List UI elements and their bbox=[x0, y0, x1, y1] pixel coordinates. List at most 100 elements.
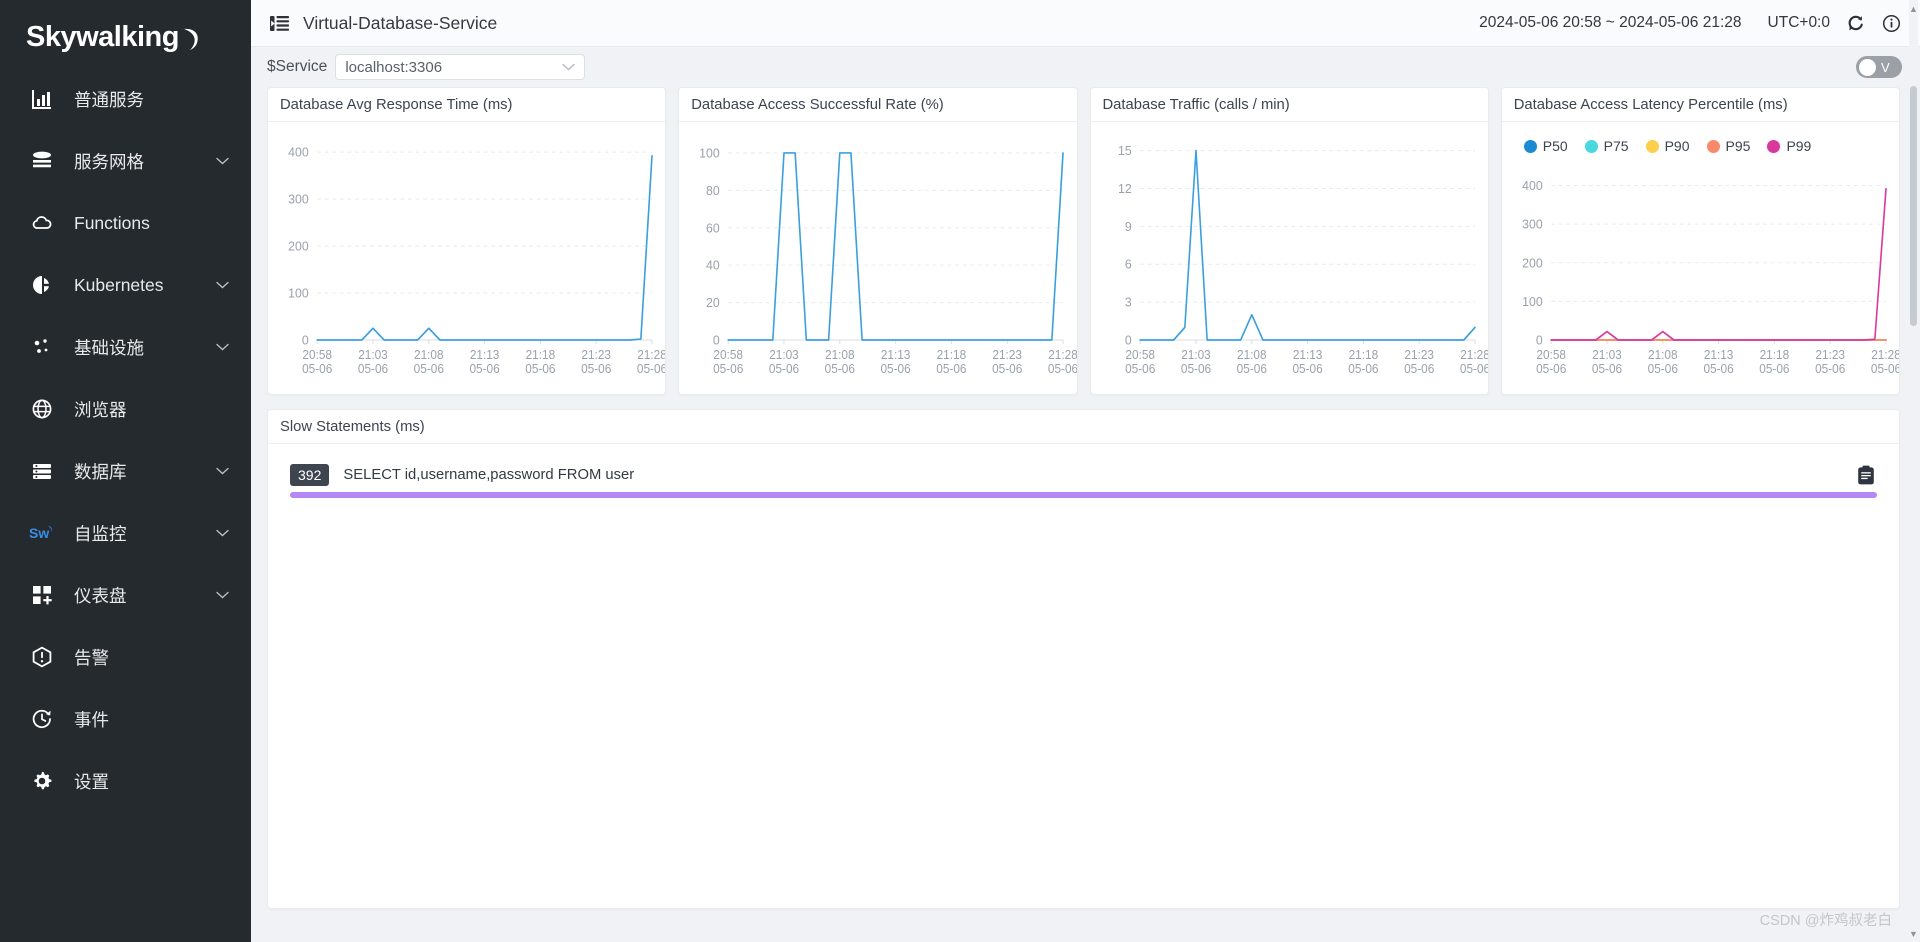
pie-chart-icon bbox=[28, 274, 56, 296]
sidebar-item-label: 设置 bbox=[74, 771, 109, 792]
sidebar-item-8[interactable]: 仪表盘 bbox=[0, 564, 251, 626]
legend-label: P90 bbox=[1664, 138, 1690, 154]
moon-icon bbox=[180, 25, 202, 50]
chart-body[interactable]: 0 100 200 300 400 20:58 05-06 21:03 05-06 21:08 05… bbox=[268, 122, 665, 394]
legend-color-dot bbox=[1767, 139, 1781, 153]
svg-text:12: 12 bbox=[1118, 182, 1132, 196]
svg-text:05-06: 05-06 bbox=[825, 362, 855, 376]
sidebar-item-4[interactable]: 基础设施 bbox=[0, 316, 251, 378]
main-area: Virtual-Database-Service 2024-05-06 20:5… bbox=[251, 0, 1920, 942]
svg-text:21:03: 21:03 bbox=[1181, 348, 1211, 362]
chart-plot[interactable]: 0 100 200 300 400 20:58 05-06 21:03 05-06 21:08 05… bbox=[268, 122, 665, 394]
database-icon bbox=[28, 460, 56, 482]
svg-text:100: 100 bbox=[288, 286, 308, 300]
scroll-up-arrow[interactable]: ▲ bbox=[1909, 2, 1918, 15]
svg-text:05-06: 05-06 bbox=[1647, 362, 1677, 376]
brand-logo[interactable]: Skywalking bbox=[0, 6, 251, 68]
svg-text:05-06: 05-06 bbox=[1048, 362, 1076, 376]
legend-label: P50 bbox=[1542, 138, 1568, 154]
svg-text:05-06: 05-06 bbox=[1125, 362, 1155, 376]
svg-text:05-06: 05-06 bbox=[1815, 362, 1845, 376]
sidebar-item-label: 数据库 bbox=[74, 461, 127, 482]
svg-text:05-06: 05-06 bbox=[1404, 362, 1434, 376]
chevron-down-icon[interactable] bbox=[215, 591, 229, 599]
svg-text:21:28: 21:28 bbox=[1460, 348, 1488, 362]
sidebar-item-10[interactable]: 事件 bbox=[0, 688, 251, 750]
sidebar-item-label: 服务网格 bbox=[74, 151, 144, 172]
chevron-down-icon[interactable] bbox=[215, 529, 229, 537]
legend-color-dot bbox=[1706, 139, 1720, 153]
slow-statement-duration: 392 bbox=[290, 464, 330, 486]
sidebar-item-label: 事件 bbox=[74, 709, 109, 730]
chart-legend: P50 P75 P90 P95 P99 bbox=[1502, 122, 1899, 158]
slow-statement-bar bbox=[290, 492, 1877, 498]
collapse-sidebar-icon[interactable] bbox=[267, 11, 291, 35]
sidebar-item-9[interactable]: 告警 bbox=[0, 626, 251, 688]
svg-text:400: 400 bbox=[1522, 179, 1542, 193]
sidebar-item-1[interactable]: 服务网格 bbox=[0, 130, 251, 192]
sidebar-item-2[interactable]: Functions bbox=[0, 192, 251, 254]
service-select[interactable]: localhost:3306 bbox=[335, 54, 586, 80]
svg-text:05-06: 05-06 bbox=[525, 362, 555, 376]
legend-item-P75[interactable]: P75 bbox=[1584, 138, 1629, 154]
svg-text:300: 300 bbox=[1522, 217, 1542, 231]
chevron-down-icon bbox=[562, 60, 576, 74]
svg-text:20:58: 20:58 bbox=[1125, 348, 1155, 362]
clipboard-icon[interactable] bbox=[1855, 465, 1877, 485]
sidebar-item-label: 告警 bbox=[74, 647, 109, 668]
chart-body[interactable]: 0 3 6 9 12 15 20:58 05-06 21:03 05-06 21:08 05-06 21… bbox=[1091, 122, 1488, 394]
alert-hexagon-icon bbox=[28, 646, 56, 668]
gear-icon bbox=[28, 770, 56, 792]
svg-text:21:23: 21:23 bbox=[1404, 348, 1434, 362]
sidebar-item-label: 浏览器 bbox=[74, 399, 127, 420]
chevron-down-icon[interactable] bbox=[215, 157, 229, 165]
svg-text:21:08: 21:08 bbox=[1237, 348, 1267, 362]
svg-text:21:03: 21:03 bbox=[1592, 348, 1622, 362]
svg-text:Sw: Sw bbox=[29, 525, 49, 541]
chevron-down-icon[interactable] bbox=[215, 343, 229, 351]
legend-item-P50[interactable]: P50 bbox=[1523, 138, 1568, 154]
svg-text:100: 100 bbox=[699, 146, 719, 160]
sidebar-item-11[interactable]: 设置 bbox=[0, 750, 251, 812]
svg-text:05-06: 05-06 bbox=[1348, 362, 1378, 376]
legend-item-P90[interactable]: P90 bbox=[1645, 138, 1690, 154]
svg-text:05-06: 05-06 bbox=[1703, 362, 1733, 376]
scrollbar-thumb[interactable] bbox=[1910, 86, 1917, 326]
chart-body[interactable]: P50 P75 P90 P95 P99 0 100 200 300 400 20:58 05… bbox=[1502, 122, 1899, 394]
svg-text:200: 200 bbox=[288, 239, 308, 253]
legend-item-P95[interactable]: P95 bbox=[1706, 138, 1750, 154]
sidebar-item-3[interactable]: Kubernetes bbox=[0, 254, 251, 316]
legend-item-P99[interactable]: P99 bbox=[1767, 138, 1811, 154]
slow-statements-list: 392 SELECT id,username,password FROM use… bbox=[268, 444, 1899, 498]
svg-text:20: 20 bbox=[706, 296, 720, 310]
svg-text:21:23: 21:23 bbox=[581, 348, 611, 362]
chart-row: Database Avg Response Time (ms) 0 100 200 3… bbox=[267, 87, 1900, 395]
view-toggle[interactable]: V bbox=[1856, 56, 1902, 78]
slow-statement-row[interactable]: 392 SELECT id,username,password FROM use… bbox=[290, 464, 1877, 498]
sidebar-item-0[interactable]: 普通服务 bbox=[0, 68, 251, 130]
chart-plot[interactable]: 0 100 200 300 400 20:58 05-06 21:03 05-06 21:08 05… bbox=[1502, 158, 1899, 394]
sidebar-item-5[interactable]: 浏览器 bbox=[0, 378, 251, 440]
refresh-icon[interactable] bbox=[1844, 12, 1866, 34]
svg-text:05-06: 05-06 bbox=[992, 362, 1022, 376]
sidebar-item-label: 仪表盘 bbox=[74, 585, 127, 606]
scroll-down-arrow[interactable]: ▼ bbox=[1909, 927, 1918, 940]
info-circle-icon[interactable] bbox=[1880, 12, 1902, 34]
chart-body[interactable]: 0 20 40 60 80 100 20:58 05-06 21:03 05-06 21:08 05-… bbox=[679, 122, 1076, 394]
time-range-text[interactable]: 2024-05-06 20:58 ~ 2024-05-06 21:28 bbox=[1479, 14, 1741, 32]
utc-offset-text: UTC+0:0 bbox=[1767, 14, 1830, 31]
sidebar-item-6[interactable]: 数据库 bbox=[0, 440, 251, 502]
page-scrollbar[interactable]: ▲ ▼ bbox=[1909, 0, 1918, 942]
svg-text:40: 40 bbox=[706, 258, 720, 272]
legend-color-dot bbox=[1584, 139, 1598, 153]
svg-text:60: 60 bbox=[706, 221, 720, 235]
chevron-down-icon[interactable] bbox=[215, 281, 229, 289]
sidebar-item-7[interactable]: Sw 自监控 bbox=[0, 502, 251, 564]
layers-icon bbox=[28, 150, 56, 172]
svg-text:21:13: 21:13 bbox=[881, 348, 911, 362]
chart-plot[interactable]: 0 20 40 60 80 100 20:58 05-06 21:03 05-06 21:08 05-… bbox=[679, 122, 1076, 394]
chevron-down-icon[interactable] bbox=[215, 467, 229, 475]
chart-plot[interactable]: 0 3 6 9 12 15 20:58 05-06 21:03 05-06 21:08 05-06 21… bbox=[1091, 122, 1488, 394]
topbar: Virtual-Database-Service 2024-05-06 20:5… bbox=[251, 0, 1920, 47]
svg-text:15: 15 bbox=[1118, 144, 1132, 158]
